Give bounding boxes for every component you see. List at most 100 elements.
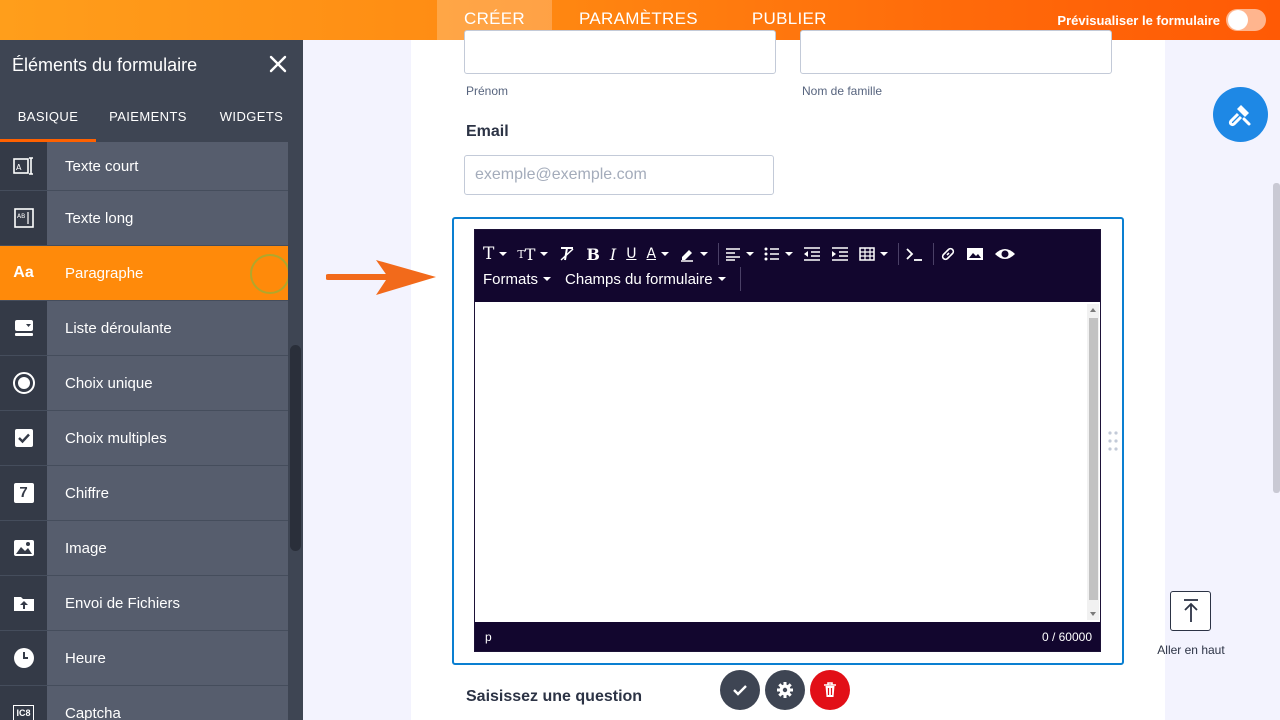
highlight-icon[interactable] <box>679 243 709 265</box>
back-to-top-label: Aller en haut <box>1157 643 1225 657</box>
next-question-label: Saisissez une question <box>466 688 643 705</box>
delete-button[interactable] <box>810 670 850 710</box>
link-icon[interactable] <box>940 243 956 265</box>
sidebar-item-label: Captcha <box>47 686 288 720</box>
preview-eye-icon[interactable] <box>994 243 1016 265</box>
sidebar-item-envoi-de-fichiers[interactable]: Envoi de Fichiers <box>0 576 288 631</box>
confirm-button[interactable] <box>720 670 760 710</box>
first-name-input[interactable] <box>464 30 776 74</box>
check-icon <box>733 685 747 696</box>
indent-icon[interactable] <box>831 243 849 265</box>
preview-label: Prévisualiser le formulaire <box>1057 12 1220 28</box>
editor-scrollbar[interactable] <box>1087 304 1099 620</box>
close-icon[interactable] <box>267 53 289 75</box>
align-icon[interactable] <box>725 243 755 265</box>
toggle-knob <box>1228 10 1248 30</box>
sidebar-item-choix-multiples[interactable]: Choix multiples <box>0 411 288 466</box>
sidebar-item-label: Chiffre <box>47 466 288 520</box>
toolbar-separator <box>739 267 741 291</box>
form-fields-dropdown[interactable]: Champs du formulaire <box>565 271 726 288</box>
table-icon[interactable] <box>859 243 889 265</box>
paragraph-icon: Aa <box>0 246 47 300</box>
list-icon[interactable] <box>764 243 794 265</box>
captcha-icon-glyph: IC8 <box>13 705 34 720</box>
checkbox-icon <box>0 411 47 465</box>
bold-icon[interactable]: B <box>586 243 600 265</box>
sidebar-item-label: Texte long <box>47 191 288 245</box>
radio-icon <box>0 356 47 410</box>
formats-label: Formats <box>483 270 539 288</box>
sidebar-item-label: Liste déroulante <box>47 301 288 355</box>
toolbar-row-2: Formats Champs du formulaire <box>483 267 747 291</box>
editor-statusbar: p 0 / 60000 <box>475 622 1100 651</box>
sidebar-tab-paiements[interactable]: PAIEMENTS <box>96 90 200 142</box>
sidebar-tab-widgets[interactable]: WIDGETS <box>200 90 303 142</box>
chevron-down-icon <box>717 277 726 281</box>
sidebar-item-label: Paragraphe <box>47 246 290 300</box>
number-icon-glyph: 7 <box>13 483 34 503</box>
last-name-input[interactable] <box>800 30 1112 74</box>
font-family-icon[interactable]: T <box>483 243 508 265</box>
email-field[interactable]: exemple@exemple.com <box>464 155 774 195</box>
gear-icon <box>777 682 793 698</box>
svg-text:AB: AB <box>17 213 25 220</box>
sidebar-item-choix-unique[interactable]: Choix unique <box>0 356 288 411</box>
first-name-sublabel: Prénom <box>466 84 509 98</box>
annotation-arrow-icon <box>326 260 436 295</box>
sidebar-item-chiffre[interactable]: 7 Chiffre <box>0 466 288 521</box>
form-designer-button[interactable] <box>1213 87 1268 142</box>
clock-icon <box>0 631 47 685</box>
sidebar-tabs: BASIQUE PAIEMENTS WIDGETS <box>0 90 303 142</box>
sidebar-item-texte-long[interactable]: AB Texte long <box>0 191 288 246</box>
drag-handle-icon[interactable] <box>1107 430 1119 452</box>
sidebar-scrollbar[interactable] <box>288 142 303 720</box>
email-label: Email <box>466 123 509 140</box>
sidebar-item-label: Texte court <box>47 142 288 190</box>
toolbar-row-1: T TT B I U A <box>483 243 1026 265</box>
toolbar-separator <box>898 243 900 265</box>
image-icon <box>0 521 47 575</box>
underline-icon[interactable]: U <box>626 243 636 265</box>
scroll-down-icon[interactable] <box>1090 612 1096 616</box>
number-icon: 7 <box>0 466 47 520</box>
font-size-icon[interactable]: TT <box>517 243 549 265</box>
italic-icon[interactable]: I <box>610 243 616 265</box>
paint-roller-icon <box>1228 104 1250 126</box>
clear-format-icon[interactable] <box>558 243 576 265</box>
long-text-icon: AB <box>0 191 47 245</box>
upload-icon <box>0 576 47 630</box>
last-name-sublabel: Nom de famille <box>802 84 883 98</box>
text-color-icon[interactable]: A <box>646 243 670 265</box>
rich-text-editor[interactable]: T TT B I U A Formats Champs du formulair… <box>474 229 1101 652</box>
sidebar-header: Éléments du formulaire <box>0 40 303 90</box>
sidebar-item-label: Heure <box>47 631 288 685</box>
code-icon[interactable] <box>905 243 923 265</box>
captcha-icon: IC8 <box>0 686 47 720</box>
email-placeholder: exemple@exemple.com <box>475 166 647 183</box>
sidebar-item-texte-court[interactable]: A Texte court <box>0 142 288 191</box>
editor-content-area[interactable] <box>475 302 1100 622</box>
scroll-up-icon[interactable] <box>1090 308 1096 312</box>
sidebar-item-label: Image <box>47 521 288 575</box>
preview-toggle[interactable] <box>1226 9 1266 31</box>
sidebar-item-image[interactable]: Image <box>0 521 288 576</box>
toolbar-separator <box>933 243 935 265</box>
sidebar-item-liste-deroulante[interactable]: Liste déroulante <box>0 301 288 356</box>
sidebar-item-label: Envoi de Fichiers <box>47 576 288 630</box>
sidebar-tab-basique[interactable]: BASIQUE <box>0 90 96 142</box>
form-elements-sidebar: Éléments du formulaire BASIQUE PAIEMENTS… <box>0 40 303 720</box>
sidebar-item-label: Choix multiples <box>47 411 288 465</box>
formats-dropdown[interactable]: Formats <box>483 270 552 288</box>
back-to-top-button[interactable] <box>1170 591 1211 631</box>
sidebar-scroll-thumb[interactable] <box>290 345 301 551</box>
page-scrollbar[interactable] <box>1273 183 1280 493</box>
editor-scroll-thumb[interactable] <box>1089 318 1098 600</box>
settings-button[interactable] <box>765 670 805 710</box>
sidebar-item-captcha[interactable]: IC8 Captcha <box>0 686 288 720</box>
arrow-up-icon <box>1183 599 1198 622</box>
sidebar-item-heure[interactable]: Heure <box>0 631 288 686</box>
insert-image-icon[interactable] <box>966 243 984 265</box>
outdent-icon[interactable] <box>803 243 821 265</box>
character-count: 0 / 60000 <box>1041 630 1092 644</box>
sidebar-item-paragraphe[interactable]: Aa Paragraphe <box>0 246 290 301</box>
